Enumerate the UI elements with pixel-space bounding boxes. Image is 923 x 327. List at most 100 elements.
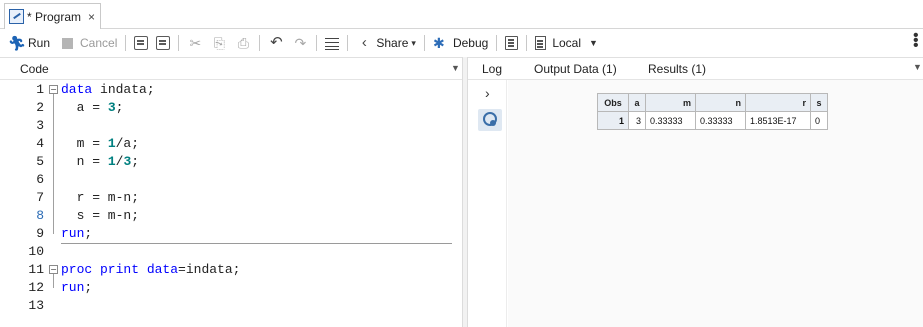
column-header: s xyxy=(810,93,828,112)
line-number: 12 xyxy=(28,280,44,295)
table-cell: 1.8513E-17 xyxy=(745,111,811,130)
line-number: 2 xyxy=(36,100,44,115)
code-text: m = 1/a; xyxy=(61,136,140,151)
debug-button[interactable]: ✱ Debug xyxy=(433,32,488,54)
code-line: 2 a = 3; xyxy=(0,99,462,117)
line-number: 13 xyxy=(28,298,44,313)
close-icon[interactable]: × xyxy=(88,10,95,24)
save-as-icon[interactable] xyxy=(156,36,171,50)
table-row: 1 3 0.33333 0.33333 1.8513E-17 0 xyxy=(597,111,828,130)
paste-icon[interactable]: ⎙ xyxy=(235,35,251,51)
table-header-row: Obs a m n r s xyxy=(597,93,828,112)
editor-toolbar: 🏃︎ Run Cancel ✂ ⎘ ⎙ ↶ ↷ ‹ Share ▾ ✱ Debu… xyxy=(0,29,923,57)
code-line: 4 m = 1/a; xyxy=(0,135,462,153)
table-cell: 0.33333 xyxy=(695,111,746,130)
chevron-down-icon[interactable]: ▼ xyxy=(913,62,922,72)
cancel-label: Cancel xyxy=(80,36,118,50)
table-cell: 0.33333 xyxy=(645,111,696,130)
bug-icon: ✱ xyxy=(432,35,445,51)
toolbar-divider xyxy=(526,35,528,51)
code-text: data indata; xyxy=(61,82,155,97)
chevron-right-icon[interactable]: › xyxy=(485,85,490,101)
save-icon[interactable] xyxy=(134,36,149,50)
code-text: a = 3; xyxy=(61,100,124,115)
run-icon: 🏃︎ xyxy=(8,35,26,51)
toolbar-divider xyxy=(259,35,261,51)
fold-toggle-icon[interactable]: − xyxy=(49,265,58,274)
format-code-icon[interactable] xyxy=(325,37,340,50)
column-header: r xyxy=(745,93,811,112)
line-number: 11 xyxy=(28,262,44,277)
run-label: Run xyxy=(28,36,51,50)
stop-icon xyxy=(62,37,74,49)
tab-output-data[interactable]: Output Data (1) xyxy=(534,62,617,76)
code-line: 6 xyxy=(0,171,462,189)
server-label: Local xyxy=(552,36,581,50)
chevron-down-icon[interactable]: ▼ xyxy=(451,63,460,73)
column-header: n xyxy=(695,93,746,112)
column-header: a xyxy=(628,93,646,112)
program-tab[interactable]: * Program × xyxy=(4,3,101,29)
code-line: 3 xyxy=(0,117,462,135)
line-number: 9 xyxy=(36,226,44,241)
table-cell: 1 xyxy=(597,111,629,130)
code-line: 5 n = 1/3; xyxy=(0,153,462,171)
table-cell: 3 xyxy=(628,111,646,130)
results-table: Obs a m n r s 1 3 0.33333 0.33333 1.8513… xyxy=(597,93,828,130)
sas-program-icon xyxy=(9,9,24,24)
results-pane: Obs a m n r s 1 3 0.33333 0.33333 1.8513… xyxy=(508,80,923,327)
share-button[interactable]: ‹ Share ▾ xyxy=(356,32,416,54)
fold-guide xyxy=(53,94,54,234)
cut-icon[interactable]: ✂ xyxy=(187,35,203,51)
code-editor[interactable]: 1 − data indata; 2 a = 3; 3 4 m = 1/a; 5… xyxy=(0,80,462,327)
line-number: 1 xyxy=(36,82,44,97)
code-text: run; xyxy=(61,280,93,295)
code-line: 12 run; xyxy=(0,279,462,297)
column-header: m xyxy=(645,93,696,112)
line-number: 8 xyxy=(36,208,44,223)
cancel-button[interactable]: Cancel xyxy=(60,32,117,54)
code-text: s = m-n; xyxy=(61,208,140,223)
fold-guide xyxy=(53,274,54,288)
code-text: proc print data=indata; xyxy=(61,262,241,277)
toolbar-divider xyxy=(316,35,318,51)
run-button[interactable]: 🏃︎ Run xyxy=(8,32,50,54)
output-tabs: Log Output Data (1) Results (1) xyxy=(468,57,923,82)
line-number: 4 xyxy=(36,136,44,151)
code-text: n = 1/3; xyxy=(61,154,140,169)
more-options-icon[interactable]: • • • xyxy=(913,28,919,54)
redo-icon[interactable]: ↷ xyxy=(292,35,308,51)
line-number: 5 xyxy=(36,154,44,169)
block-separator xyxy=(61,243,452,244)
line-number: 3 xyxy=(36,118,44,133)
chevron-down-icon: ▾ xyxy=(411,37,416,48)
toolbar-divider xyxy=(125,35,127,51)
code-line: 8 s = m-n; xyxy=(0,207,462,225)
results-navigation-icon[interactable] xyxy=(478,109,502,131)
results-side-rail: › xyxy=(468,80,507,327)
tab-log[interactable]: Log xyxy=(482,62,502,76)
code-line: 7 r = m-n; xyxy=(0,189,462,207)
code-panel-header: Code ▼ xyxy=(0,57,462,80)
server-select[interactable]: Local ▼ xyxy=(535,32,598,54)
line-number: 10 xyxy=(28,244,44,259)
toolbar-divider xyxy=(423,35,425,51)
share-icon: ‹ xyxy=(361,34,367,51)
code-line: 11 − proc print data=indata; xyxy=(0,261,462,279)
tab-results[interactable]: Results (1) xyxy=(637,62,717,82)
debug-label: Debug xyxy=(452,36,489,50)
fold-toggle-icon[interactable]: − xyxy=(49,85,58,94)
code-line: 9 run; xyxy=(0,225,462,243)
code-line: 1 − data indata; xyxy=(0,81,462,99)
code-line: 13 xyxy=(0,297,462,315)
toolbar-divider xyxy=(496,35,498,51)
code-text: r = m-n; xyxy=(61,190,140,205)
copy-icon[interactable]: ⎘ xyxy=(211,35,227,51)
options-icon[interactable] xyxy=(505,36,519,50)
toolbar-divider xyxy=(347,35,349,51)
undo-icon[interactable]: ↶ xyxy=(268,35,284,51)
toolbar-divider xyxy=(178,35,180,51)
code-panel-title: Code xyxy=(20,62,49,76)
chevron-down-icon: ▼ xyxy=(589,38,598,48)
column-header: Obs xyxy=(597,93,629,112)
